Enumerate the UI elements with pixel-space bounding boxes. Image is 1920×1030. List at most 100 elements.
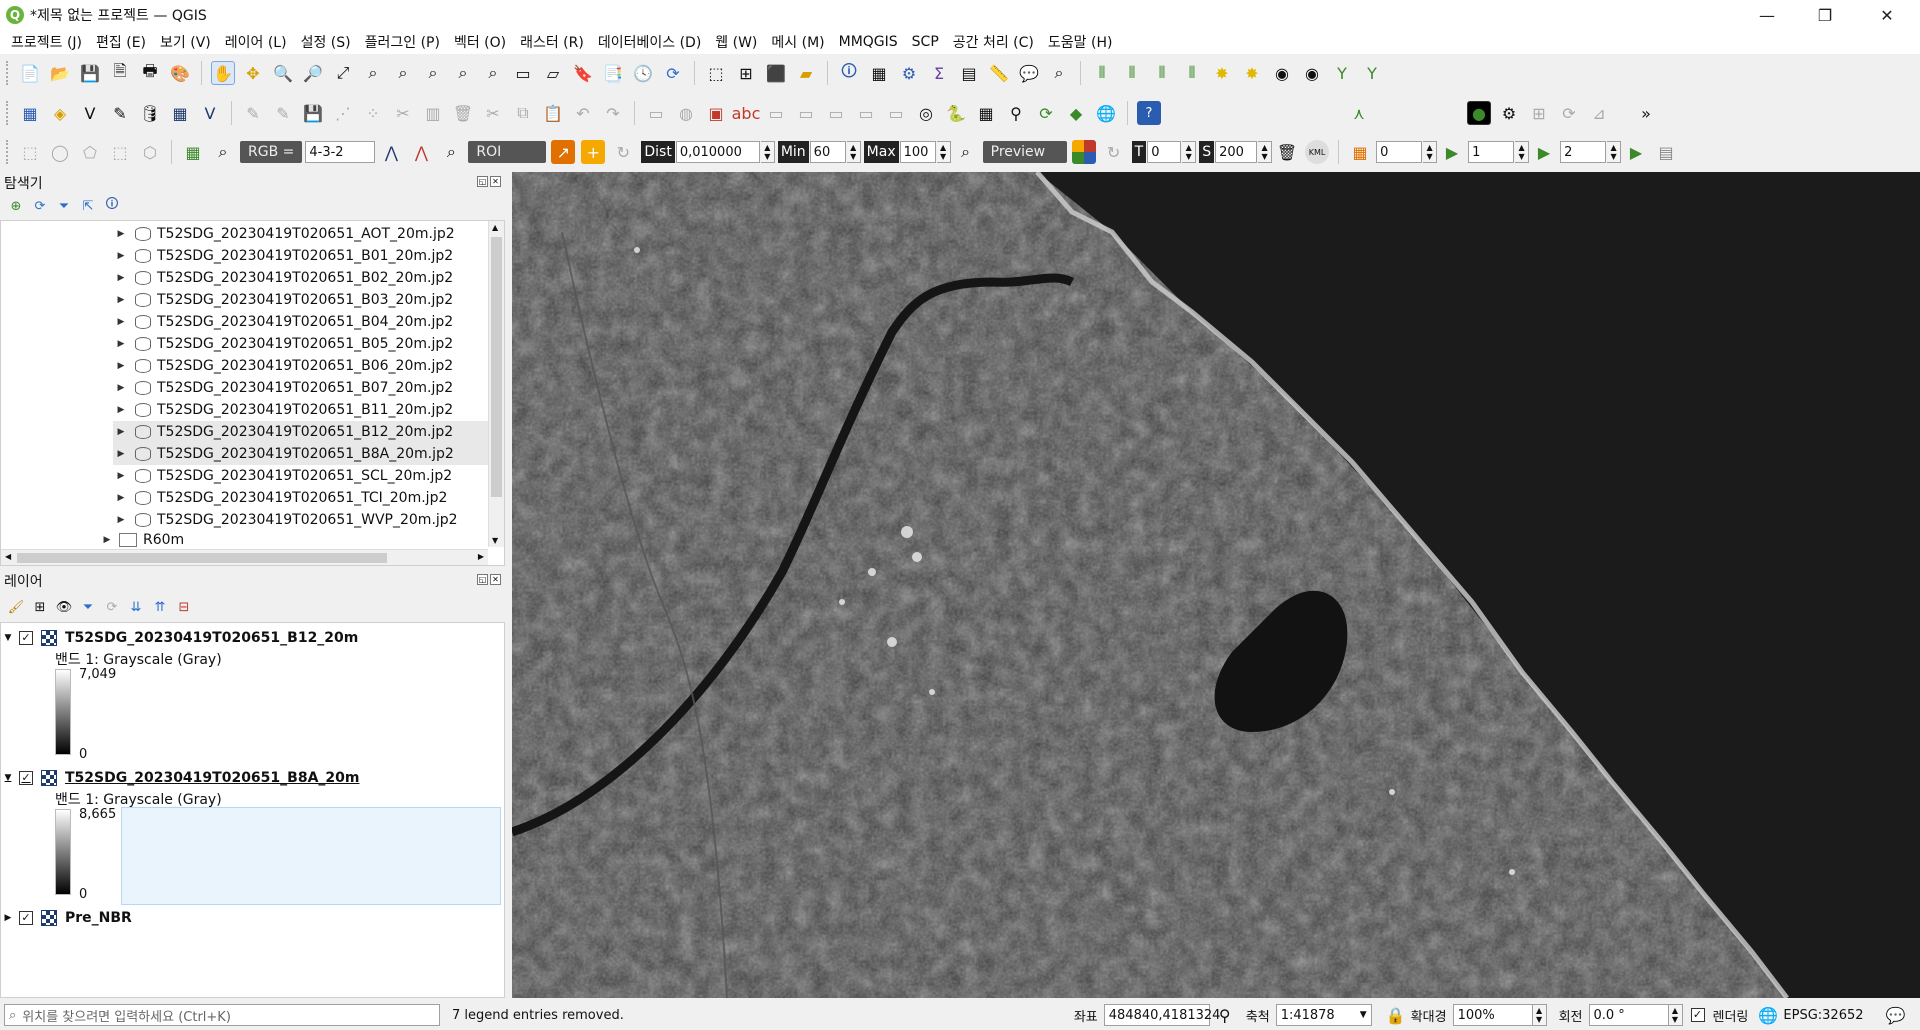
help-icon[interactable]: ? xyxy=(1137,101,1161,125)
menu-vector[interactable]: 벡터 (O) xyxy=(447,32,513,52)
scp-zoom-preview-icon[interactable]: ⌕ xyxy=(954,140,978,164)
layer-visibility-checkbox[interactable]: ✓ xyxy=(19,631,33,645)
zoom-last-icon[interactable]: ⌕ xyxy=(451,61,475,85)
select-location-icon[interactable]: ▰ xyxy=(794,61,818,85)
manage-themes-icon[interactable]: 👁 xyxy=(54,597,74,617)
add-virtual-icon[interactable]: V xyxy=(198,101,222,125)
collapse-all-icon[interactable]: ⇱ xyxy=(78,196,98,216)
tool-icon-3[interactable]: ⬠ xyxy=(78,140,102,164)
scp-rgb-select[interactable]: 4-3-2 xyxy=(305,141,376,163)
browser-item[interactable]: ▶ T52SDG_20230419T020651_B04_20m.jp2 xyxy=(113,311,488,333)
map-canvas[interactable] xyxy=(512,172,1920,998)
python-icon[interactable]: 🐍 xyxy=(944,101,968,125)
browser-item[interactable]: ▶ T52SDG_20230419T020651_B12_20m.jp2 xyxy=(113,421,488,443)
tool-icon-5[interactable]: ⬡ xyxy=(138,140,162,164)
save-as-icon[interactable]: 🗎 xyxy=(108,61,132,85)
plugin-icon-5[interactable]: ▦ xyxy=(974,101,998,125)
bookmark-new-icon[interactable]: 🔖 xyxy=(571,61,595,85)
data-source-manager-icon[interactable]: ▦ xyxy=(18,101,42,125)
browser-item[interactable]: ▶ T52SDG_20230419T020651_B03_20m.jp2 xyxy=(113,289,488,311)
more-icon[interactable]: » xyxy=(1634,101,1658,125)
browser-item[interactable]: ▶ T52SDG_20230419T020651_B8A_20m.jp2 xyxy=(113,443,488,465)
expand-arrow-icon[interactable]: ▶ xyxy=(113,383,129,393)
float-icon[interactable]: ◱ xyxy=(477,176,488,187)
label-icon-1[interactable]: ▭ xyxy=(644,101,668,125)
close-panel-icon[interactable]: ✕ xyxy=(490,574,501,585)
label-icon-9[interactable]: ▭ xyxy=(884,101,908,125)
scp-settings-icon[interactable]: ⚙ xyxy=(1497,101,1521,125)
restore-button[interactable]: ❐ xyxy=(1796,0,1854,30)
crs-icon[interactable]: 🌐 xyxy=(1756,1003,1780,1027)
new-layer-icon-3[interactable]: ◉ xyxy=(1270,61,1294,85)
scp-classification-icon[interactable] xyxy=(1071,140,1096,164)
expand-arrow-icon[interactable]: ▶ xyxy=(113,427,129,437)
browser-item[interactable]: ▶ T52SDG_20230419T020651_B05_20m.jp2 xyxy=(113,333,488,355)
label-icon-7[interactable]: ▭ xyxy=(824,101,848,125)
menu-database[interactable]: 데이터베이스 (D) xyxy=(591,32,708,52)
magnifier-spinner[interactable]: ▲ ▼ xyxy=(1532,1004,1547,1026)
plugin-icon-3[interactable]: ⫴ xyxy=(1150,61,1174,85)
browser-item[interactable]: ▶ T52SDG_20230419T020651_WVP_20m.jp2 xyxy=(113,509,488,531)
menu-help[interactable]: 도움말 (H) xyxy=(1041,32,1120,52)
scp-icon-3[interactable]: ⊿ xyxy=(1587,101,1611,125)
edit-tool-icon-4[interactable]: ⋰ xyxy=(331,101,355,125)
menu-view[interactable]: 보기 (V) xyxy=(153,32,218,52)
new-map-view-icon[interactable]: ▭ xyxy=(511,61,535,85)
plugin-icon-6[interactable]: ⚲ xyxy=(1004,101,1028,125)
menu-project[interactable]: 프로젝트 (J) xyxy=(4,32,89,52)
crs-label[interactable]: EPSG:32652 xyxy=(1783,1008,1863,1023)
label-icon-8[interactable]: ▭ xyxy=(854,101,878,125)
scp-t-spinner[interactable]: ▲ ▼ xyxy=(1182,141,1197,163)
expand-all-icon[interactable]: ⇊ xyxy=(126,597,146,617)
scp-roi-label[interactable]: ROI xyxy=(468,141,547,163)
add-group-icon[interactable]: ⊞ xyxy=(30,597,50,617)
delete-icon[interactable]: 🗑 xyxy=(451,101,475,125)
attribute-table-icon[interactable]: ▦ xyxy=(867,61,891,85)
messages-icon[interactable]: 💬 xyxy=(1884,1003,1908,1027)
layer-item-b12[interactable]: ▼ ✓ T52SDG_20230419T020651_B12_20m xyxy=(1,627,358,649)
toggle-extents-icon[interactable]: ⚲ xyxy=(1213,1003,1237,1027)
menu-raster[interactable]: 래스터 (R) xyxy=(513,32,591,52)
new-layer-icon-2[interactable]: ✸ xyxy=(1240,61,1264,85)
expand-arrow-icon[interactable]: ▶ xyxy=(1,913,15,923)
add-vector-icon[interactable]: ◈ xyxy=(48,101,72,125)
scp-preview-label[interactable]: Preview xyxy=(982,141,1067,163)
pan-to-selection-icon[interactable]: ✥ xyxy=(241,61,265,85)
expand-arrow-icon[interactable]: ▶ xyxy=(99,535,115,545)
refresh-icon[interactable]: ⟳ xyxy=(661,61,685,85)
add-delimited-text-icon[interactable]: V xyxy=(78,101,102,125)
digitize-icon[interactable]: ✎ xyxy=(108,101,132,125)
close-button[interactable]: ✕ xyxy=(1858,0,1916,30)
cut-icon[interactable]: ✂ xyxy=(481,101,505,125)
menu-layer[interactable]: 레이어 (L) xyxy=(218,32,294,52)
scp-dist-input[interactable]: 0,010000 xyxy=(675,141,760,163)
scp-icon-2[interactable]: ⟳ xyxy=(1557,101,1581,125)
menu-scp[interactable]: SCP xyxy=(905,34,946,50)
layer-visibility-checkbox[interactable]: ✓ xyxy=(19,771,33,785)
scp-field-3-spinner[interactable]: ▲ ▼ xyxy=(1607,141,1622,163)
open-project-icon[interactable]: 📂 xyxy=(48,61,72,85)
plugin-icon-8[interactable]: ◆ xyxy=(1064,101,1088,125)
zoom-next-icon[interactable]: ⌕ xyxy=(481,61,505,85)
coordinate-input[interactable]: 484840,4181324 xyxy=(1103,1004,1220,1026)
zoom-out-icon[interactable]: 🔎 xyxy=(301,61,325,85)
select-features-icon[interactable]: ⬚ xyxy=(704,61,728,85)
zoom-layer-icon[interactable]: ⌕ xyxy=(391,61,415,85)
scp-s-input[interactable]: 200 xyxy=(1215,141,1258,163)
expand-arrow-icon[interactable]: ▶ xyxy=(113,317,129,327)
temporal-controller-icon[interactable]: 🕓 xyxy=(631,61,655,85)
expand-arrow-icon[interactable]: ▶ xyxy=(113,361,129,371)
scroll-up-icon[interactable]: ▲ xyxy=(492,223,498,232)
edit-tool-icon-6[interactable]: ✂ xyxy=(391,101,415,125)
expand-arrow-icon[interactable]: ▶ xyxy=(113,295,129,305)
scp-min-spinner[interactable]: ▲ ▼ xyxy=(846,141,861,163)
edit-tool-icon-5[interactable]: ⁘ xyxy=(361,101,385,125)
scp-field-2[interactable]: 1 xyxy=(1468,141,1515,163)
bookmarks-icon[interactable]: 📑 xyxy=(601,61,625,85)
browser-item[interactable]: ▶ T52SDG_20230419T020651_SCL_20m.jp2 xyxy=(113,465,488,487)
close-panel-icon[interactable]: ✕ xyxy=(490,176,501,187)
add-selected-icon[interactable]: ⊕ xyxy=(6,196,26,216)
scroll-down-icon[interactable]: ▼ xyxy=(492,536,498,545)
menu-edit[interactable]: 편집 (E) xyxy=(89,32,153,52)
expand-arrow-icon[interactable]: ▶ xyxy=(113,471,129,481)
